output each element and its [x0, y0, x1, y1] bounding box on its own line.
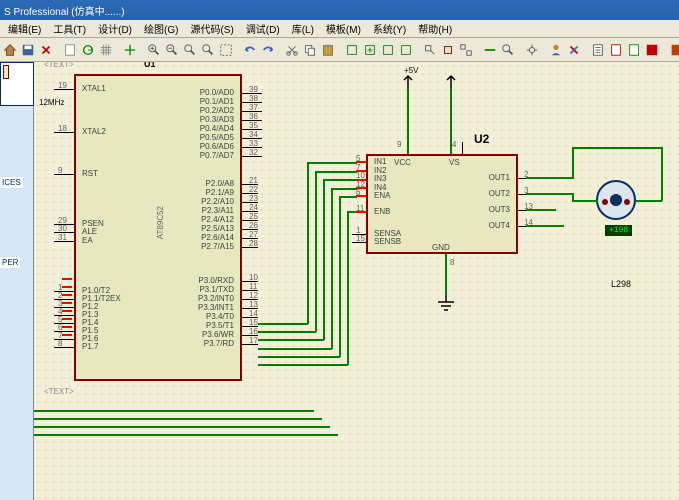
toggle-wire-icon[interactable]: [482, 40, 498, 60]
content-area: ICES PER AT89C52 U1 <TEXT> <TEXT> 12MHz …: [0, 62, 679, 500]
toolbar: [0, 38, 679, 62]
paste-icon[interactable]: [320, 40, 336, 60]
zoom-fit-icon[interactable]: [200, 40, 216, 60]
motor-component[interactable]: [596, 180, 636, 220]
bom-icon[interactable]: [590, 40, 606, 60]
zoom-in-icon[interactable]: [164, 40, 180, 60]
menu-draw[interactable]: 绘图(G): [138, 19, 184, 38]
menu-edit[interactable]: 编辑(E): [2, 19, 47, 38]
block-delete-icon[interactable]: [398, 40, 414, 60]
menu-template[interactable]: 模板(M): [320, 19, 367, 38]
zoom-area-icon[interactable]: [218, 40, 234, 60]
decompose-icon[interactable]: [458, 40, 474, 60]
netlist-icon[interactable]: [626, 40, 642, 60]
preview-box[interactable]: [0, 62, 34, 106]
schematic-canvas[interactable]: AT89C52 U1 <TEXT> <TEXT> 12MHz 19XTAL118…: [34, 62, 679, 500]
menu-tools[interactable]: 工具(T): [47, 19, 92, 38]
pick-icon[interactable]: [422, 40, 438, 60]
tools-icon[interactable]: [566, 40, 582, 60]
search-icon[interactable]: [500, 40, 516, 60]
copy-icon[interactable]: [302, 40, 318, 60]
u1-ref: U1: [144, 62, 156, 69]
block-copy-icon[interactable]: [344, 40, 360, 60]
block-move-icon[interactable]: [362, 40, 378, 60]
ground-symbol: [434, 294, 458, 317]
zoom-out-icon[interactable]: [182, 40, 198, 60]
person-icon[interactable]: [548, 40, 564, 60]
menu-design[interactable]: 设计(D): [92, 19, 138, 38]
menu-system[interactable]: 系统(Y): [367, 19, 412, 38]
refresh-icon[interactable]: [80, 40, 96, 60]
crosshair-icon[interactable]: [122, 40, 138, 60]
menu-help[interactable]: 帮助(H): [412, 19, 458, 38]
u2-ref: U2: [474, 132, 489, 146]
ares-icon[interactable]: [644, 40, 660, 60]
sidebar-item-devices[interactable]: ICES: [0, 177, 23, 188]
menu-library[interactable]: 库(L): [286, 19, 320, 38]
save-icon[interactable]: [20, 40, 36, 60]
redo-icon[interactable]: [260, 40, 276, 60]
menu-source[interactable]: 源代码(S): [184, 19, 239, 38]
menu-debug[interactable]: 调试(D): [240, 19, 286, 38]
u1-text-marker2: <TEXT>: [44, 387, 74, 396]
cut-icon[interactable]: [284, 40, 300, 60]
sidebar: ICES PER: [0, 62, 34, 500]
page-icon[interactable]: [62, 40, 78, 60]
compile-icon[interactable]: [668, 40, 679, 60]
close-icon[interactable]: [38, 40, 54, 60]
menu-bar: 编辑(E) 工具(T) 设计(D) 绘图(G) 源代码(S) 调试(D) 库(L…: [0, 20, 679, 38]
motor-value: +198: [605, 225, 632, 236]
erc-icon[interactable]: [608, 40, 624, 60]
title-bar: S Professional (仿真中......): [0, 0, 679, 20]
u2-part: L298: [611, 279, 631, 289]
package-icon[interactable]: [440, 40, 456, 60]
zoom-icon[interactable]: [146, 40, 162, 60]
u1-part-label: AT89C52: [156, 206, 165, 239]
home-icon[interactable]: [2, 40, 18, 60]
undo-icon[interactable]: [242, 40, 258, 60]
grid-icon[interactable]: [98, 40, 114, 60]
gear-icon[interactable]: [524, 40, 540, 60]
sidebar-item-per[interactable]: PER: [0, 257, 20, 268]
block-rotate-icon[interactable]: [380, 40, 396, 60]
u1-text-marker: <TEXT>: [44, 62, 74, 69]
title-text: S Professional (仿真中......): [4, 3, 125, 18]
u1-osc: 12MHz: [39, 98, 64, 107]
